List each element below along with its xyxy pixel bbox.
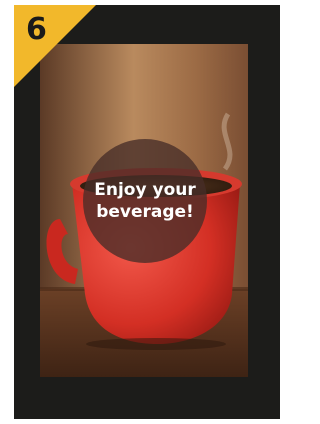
coffee-cup-photo: Enjoy your beverage!	[40, 44, 248, 377]
enjoy-message: Enjoy your beverage!	[94, 180, 196, 222]
step-number: 6	[26, 12, 47, 47]
message-overlay: Enjoy your beverage!	[83, 139, 207, 263]
